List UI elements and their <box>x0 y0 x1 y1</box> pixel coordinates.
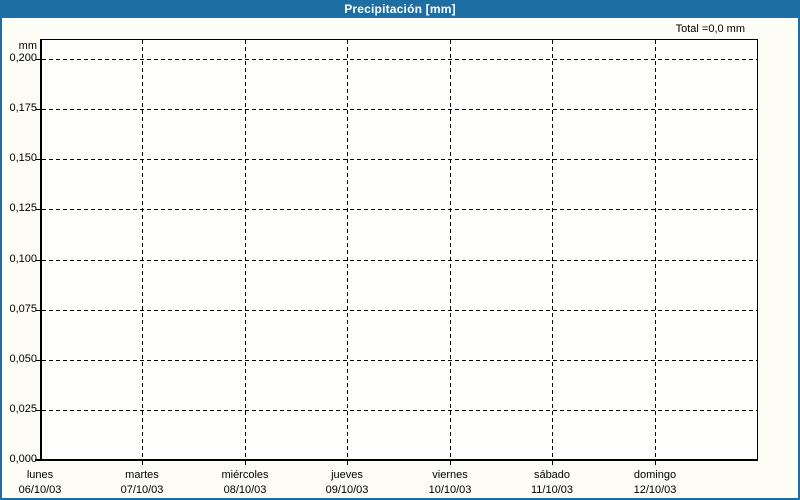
y-gridline <box>42 209 757 210</box>
y-gridline <box>42 109 757 110</box>
day-date: 10/10/03 <box>428 484 472 496</box>
x-tick-mark <box>655 461 656 465</box>
day-name: martes <box>125 469 159 481</box>
x-tick-mark <box>347 461 348 465</box>
x-gridline <box>655 40 656 459</box>
y-gridline <box>42 260 757 261</box>
day-date: 06/10/03 <box>18 484 62 496</box>
y-gridline <box>42 360 757 361</box>
x-day-label: viernes 10/10/03 <box>429 468 472 498</box>
y-gridline <box>42 310 757 311</box>
x-tick-mark <box>245 461 246 465</box>
precipitation-chart-window: Precipitación [mm] Total =0,0 mm mm 0,20… <box>0 0 800 500</box>
x-tick-mark <box>142 461 143 465</box>
day-name: lunes <box>26 469 54 481</box>
x-day-label: jueves 09/10/03 <box>326 468 369 498</box>
day-name: viernes <box>432 469 468 481</box>
day-date: 12/10/03 <box>633 484 677 496</box>
day-name: domingo <box>633 469 677 481</box>
y-tick-label: 0,150 <box>9 152 37 164</box>
day-date: 08/10/03 <box>223 484 267 496</box>
y-tick-label: 0,025 <box>9 403 37 415</box>
x-gridline <box>142 40 143 459</box>
day-name: sábado <box>533 469 571 481</box>
plot-area <box>35 39 758 465</box>
y-tick-label: 0,175 <box>9 102 37 114</box>
total-annotation: Total =0,0 mm <box>675 23 745 35</box>
x-day-label: miércoles 08/10/03 <box>221 468 268 498</box>
x-gridline <box>450 40 451 459</box>
x-gridline <box>552 40 553 459</box>
x-gridline <box>347 40 348 459</box>
x-day-label: martes 07/10/03 <box>121 468 164 498</box>
x-gridline <box>245 40 246 459</box>
day-name: miércoles <box>221 469 269 481</box>
y-gridline <box>42 410 757 411</box>
x-tick-mark <box>552 461 553 465</box>
y-tick-label: 0,125 <box>9 202 37 214</box>
y-tick-label: 0,050 <box>9 353 37 365</box>
y-tick-label: 0,000 <box>9 453 37 465</box>
x-axis-line <box>35 459 758 461</box>
chart-canvas: Total =0,0 mm mm 0,200 0,175 0,150 0,125 0,1… <box>2 18 798 498</box>
y-gridline <box>42 59 757 60</box>
y-gridline <box>42 159 757 160</box>
day-name: jueves <box>331 469 363 481</box>
chart-title-bar: Precipitación [mm] <box>2 2 798 18</box>
plot-frame-right <box>757 39 758 461</box>
x-day-label: sábado 11/10/03 <box>531 468 573 498</box>
x-tick-mark <box>450 461 451 465</box>
y-tick-label: 0,200 <box>9 52 37 64</box>
day-date: 09/10/03 <box>325 484 369 496</box>
x-day-label: domingo 12/10/03 <box>634 468 677 498</box>
y-tick-label: 0,075 <box>9 303 37 315</box>
y-tick-label: 0,100 <box>9 253 37 265</box>
y-axis-line <box>40 39 42 461</box>
x-day-label: lunes 06/10/03 <box>19 468 62 498</box>
day-date: 07/10/03 <box>120 484 164 496</box>
plot-frame-top <box>40 39 758 40</box>
y-axis-unit-label: mm <box>18 40 37 52</box>
day-date: 11/10/03 <box>530 484 574 496</box>
